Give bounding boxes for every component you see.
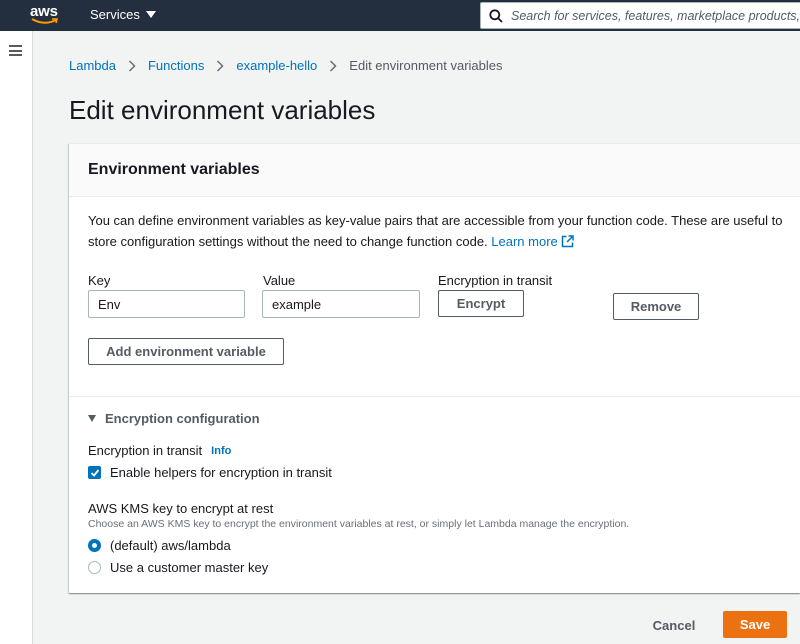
enable-helpers-checkbox[interactable] [88,466,101,479]
side-navigation-rail [0,31,33,644]
search-icon [489,8,503,23]
save-button[interactable]: Save [723,611,787,638]
cancel-button[interactable]: Cancel [636,612,712,638]
search-input[interactable] [511,8,800,23]
value-label: Value [263,273,296,288]
description-text: You can define environment variables as … [88,213,783,249]
services-label: Services [90,7,140,22]
caret-down-icon [145,11,156,18]
radio-button-selected[interactable] [88,539,101,552]
encryption-in-transit-field-label: Encryption in transit [88,443,203,458]
menu-icon[interactable] [9,45,22,56]
key-label: Key [88,273,111,288]
checkmark-icon [90,468,99,477]
environment-variables-panel: Environment variables You can define env… [69,143,800,593]
encryption-configuration-title: Encryption configuration [105,411,260,426]
radio-label-default-key: (default) aws/lambda [110,538,231,553]
encrypt-button[interactable]: Encrypt [438,290,524,317]
encryption-in-transit-label: Encryption in transit [438,273,553,288]
radio-button-unselected[interactable] [88,561,101,574]
enable-helpers-checkbox-row[interactable]: Enable helpers for encryption in transit [88,465,332,480]
encryption-in-transit-field: Encryption in transit Info [88,443,231,458]
panel-title: Environment variables [88,161,260,178]
remove-button[interactable]: Remove [613,293,699,320]
info-link[interactable]: Info [211,445,231,457]
enable-helpers-label: Enable helpers for encryption in transit [110,465,332,480]
services-menu-button[interactable]: Services [90,7,156,22]
radio-label-customer-key: Use a customer master key [110,560,269,575]
page-title: Edit environment variables [69,95,376,125]
external-link-icon [561,235,574,248]
top-navigation-bar: aws Services [0,0,800,31]
value-input[interactable] [262,290,420,318]
learn-more-link[interactable]: Learn more [491,234,574,249]
encryption-configuration-toggle[interactable]: Encryption configuration [88,411,260,426]
aws-logo[interactable]: aws [30,3,60,27]
key-input[interactable] [88,290,245,318]
radio-option-customer-key[interactable]: Use a customer master key [88,560,268,575]
aws-smile-icon [31,18,59,24]
kms-key-label: AWS KMS key to encrypt at rest [88,501,274,516]
add-environment-variable-button[interactable]: Add environment variable [88,338,284,365]
breadcrumb-current: Edit environment variables [349,58,503,73]
breadcrumb: Lambda Functions example-hello Edit envi… [69,58,503,73]
search-bar[interactable] [480,2,800,29]
breadcrumb-lambda[interactable]: Lambda [69,58,116,73]
breadcrumb-functions[interactable]: Functions [148,58,204,73]
caret-down-icon [88,415,96,422]
radio-option-default-key[interactable]: (default) aws/lambda [88,538,231,553]
chevron-right-icon [128,59,136,72]
kms-key-hint: Choose an AWS KMS key to encrypt the env… [88,518,630,530]
chevron-right-icon [329,59,337,72]
learn-more-label: Learn more [491,234,558,249]
section-divider [69,396,800,397]
panel-header: Environment variables [69,144,800,197]
breadcrumb-function-name[interactable]: example-hello [236,58,317,73]
section-description: You can define environment variables as … [88,210,783,252]
chevron-right-icon [216,59,224,72]
